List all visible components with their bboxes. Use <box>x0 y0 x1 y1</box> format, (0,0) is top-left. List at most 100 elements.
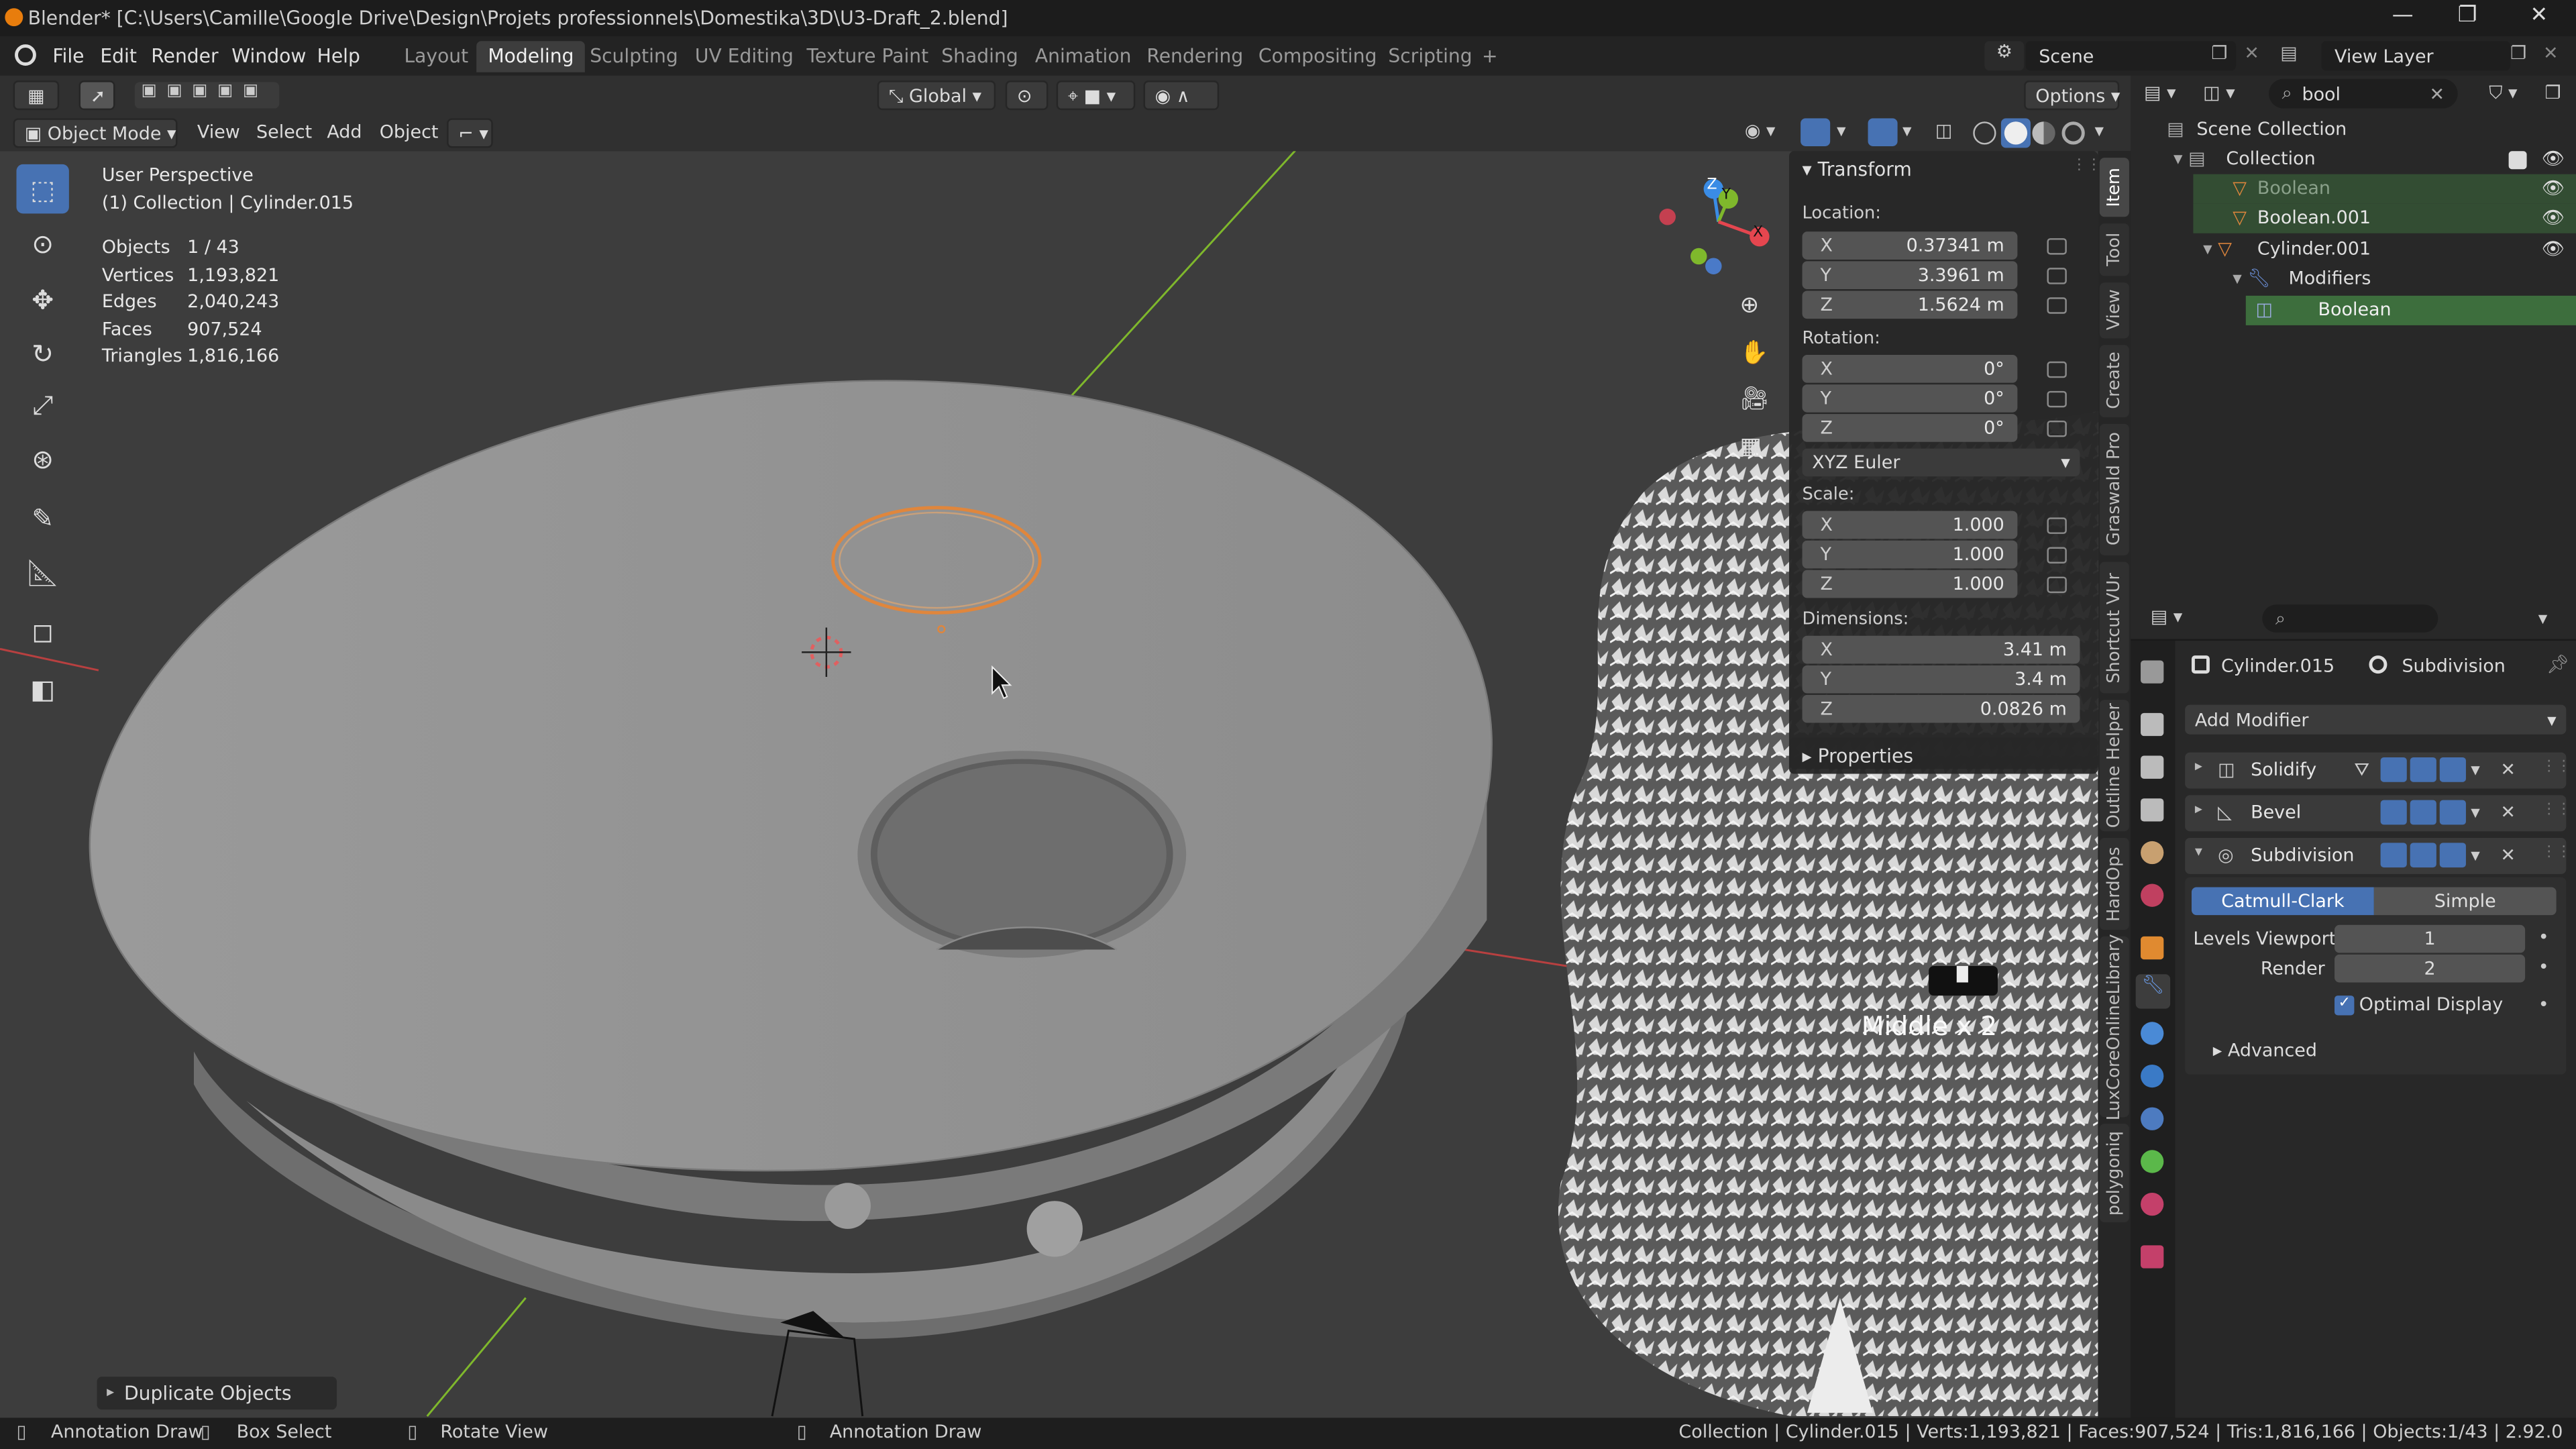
scale-x-field[interactable]: X 1.000 <box>1802 511 2018 539</box>
shading-material-icon[interactable] <box>2032 121 2055 145</box>
render-toggle-icon[interactable] <box>2439 843 2466 868</box>
tab-create[interactable]: Create <box>2099 345 2129 418</box>
modifier-solidify[interactable]: ▸ ◫ Solidify ⛛ ▾ ✕ ⋮⋮ <box>2185 752 2571 789</box>
tab-graswald-pro[interactable]: Graswald Pro <box>2099 423 2129 555</box>
select-tool-icon[interactable]: ➚ <box>78 80 115 111</box>
location-z-field[interactable]: Z 1.5624 m <box>1802 290 2018 319</box>
menu-edit[interactable]: Edit <box>100 44 137 67</box>
tab-texture-paint[interactable]: Texture Paint <box>795 41 940 72</box>
transform-orientation-dropdown[interactable]: ⤡ Global ▾ <box>877 80 996 111</box>
collapse-icon[interactable]: ▾ <box>2195 845 2202 861</box>
shading-dropdown-icon[interactable]: ▾ <box>2094 120 2104 142</box>
on-cage-icon[interactable]: ⛛ <box>2354 759 2369 782</box>
location-y-field[interactable]: Y 3.3961 m <box>1802 261 2018 290</box>
output-tab-icon[interactable] <box>2141 755 2164 779</box>
location-x-field[interactable]: X 0.37341 m <box>1802 231 2018 260</box>
menu-help[interactable]: Help <box>317 44 360 67</box>
outliner-collection[interactable]: ▾ ▤ Collection 👁︎ <box>2131 145 2576 174</box>
delete-scene-icon[interactable]: ✕ <box>2244 43 2259 64</box>
modifier-subdivision[interactable]: ▾ ◎ Subdivision ▾ ✕ ⋮⋮ <box>2185 837 2571 874</box>
last-operator-panel[interactable]: ▸ Duplicate Objects <box>97 1377 337 1410</box>
scene-selector[interactable]: Scene <box>2025 41 2237 71</box>
tab-rendering[interactable]: Rendering <box>1135 41 1254 72</box>
menu-select[interactable]: Select <box>256 121 312 143</box>
transform-header[interactable]: ▾ Transform <box>1803 158 1912 180</box>
maximize-icon[interactable]: ❐ <box>2458 3 2477 28</box>
add-cube-tool-icon[interactable]: ◻ <box>16 606 68 655</box>
cursor-tool-icon[interactable]: ⊙ <box>16 219 68 268</box>
remove-modifier-icon[interactable]: ✕ <box>2500 845 2516 866</box>
properties-search-field[interactable]: ⌕ <box>2262 604 2438 633</box>
shading-solid-icon[interactable] <box>2000 118 2031 148</box>
menu-add[interactable]: Add <box>327 121 362 143</box>
render-toggle-icon[interactable] <box>2439 800 2466 825</box>
rotate-tool-icon[interactable]: ↻ <box>16 329 68 378</box>
modifier-tab-icon[interactable]: 🔧︎ <box>2135 974 2171 1009</box>
eye-icon[interactable]: 👁︎ <box>2542 238 2565 260</box>
close-icon[interactable]: ✕ <box>2530 3 2548 28</box>
levels-viewport-field[interactable]: 1 <box>2334 924 2526 953</box>
keyframe-dot-icon[interactable]: • <box>2538 956 2549 977</box>
lock-icon[interactable] <box>2047 390 2067 408</box>
measure-tool-icon[interactable]: 📐︎ <box>16 547 68 596</box>
gizmo-toggle-icon[interactable] <box>1801 118 1831 146</box>
scene-selector-icon[interactable]: ⚙ <box>1984 41 2025 71</box>
minimize-icon[interactable]: — <box>2392 3 2414 28</box>
tab-tool[interactable]: Tool <box>2099 223 2129 276</box>
expand-icon[interactable]: ▸ <box>2195 759 2202 775</box>
eye-icon[interactable]: 👁︎ <box>2542 148 2565 169</box>
eye-icon[interactable]: 👁︎ <box>2542 207 2565 229</box>
constraints-tab-icon[interactable] <box>2141 1107 2164 1130</box>
tab-modeling[interactable]: Modeling <box>476 41 586 72</box>
camera-view-icon[interactable]: 🎥︎ <box>1739 386 1772 419</box>
view-layer-icon[interactable]: ▤ <box>2280 43 2297 64</box>
clear-search-icon[interactable]: ✕ <box>2430 83 2445 105</box>
properties-subpanel[interactable]: ▸ Properties <box>1788 737 2098 774</box>
lock-icon[interactable] <box>2047 297 2067 314</box>
world-tab-icon[interactable] <box>2141 883 2164 907</box>
zoom-icon[interactable]: ⊕ <box>1739 292 1772 325</box>
modifier-menu-icon[interactable]: ▾ <box>2471 845 2480 866</box>
scale-y-field[interactable]: Y 1.000 <box>1802 540 2018 569</box>
blender-menu-icon[interactable] <box>15 44 36 66</box>
scene-render[interactable] <box>0 151 2100 1417</box>
keyframe-dot-icon[interactable]: • <box>2538 926 2549 948</box>
display-mode-icon[interactable]: ◫ ▾ <box>2203 82 2235 103</box>
drag-handle-icon[interactable]: ⋮⋮ <box>2542 802 2571 818</box>
dimension-x-field[interactable]: X 3.41 m <box>1802 635 2080 664</box>
tab-outline-helper[interactable]: Outline Helper <box>2099 700 2129 832</box>
checkbox-icon[interactable] <box>2508 151 2527 170</box>
outliner-search-field[interactable]: ⌕ bool ✕ <box>2269 78 2458 109</box>
scene-tab-icon[interactable] <box>2141 841 2164 865</box>
tab-hardops[interactable]: HardOps <box>2099 837 2129 930</box>
edit-mode-toggle-icon[interactable] <box>2380 757 2407 782</box>
editor-type-icon[interactable]: ▦ <box>13 80 60 111</box>
expand-icon[interactable]: ▸ <box>2195 802 2202 818</box>
tab-compositing[interactable]: Compositing <box>1247 41 1389 72</box>
rotation-x-field[interactable]: X 0° <box>1802 354 2018 383</box>
delete-view-layer-icon[interactable]: ✕ <box>2543 43 2559 64</box>
lock-icon[interactable] <box>2047 361 2067 378</box>
select-box-tool-icon[interactable]: ⬚ <box>16 164 69 214</box>
new-view-layer-icon[interactable]: ❐ <box>2510 43 2526 64</box>
3d-viewport[interactable]: User Perspective (1) Collection | Cylind… <box>0 151 2100 1418</box>
lock-icon[interactable] <box>2047 576 2067 594</box>
view-layer-selector[interactable]: View Layer <box>2321 41 2511 71</box>
tab-sculpting[interactable]: Sculpting <box>578 41 690 72</box>
drag-handle-icon[interactable]: ⋮⋮ <box>2542 759 2571 775</box>
tab-item[interactable]: Item <box>2099 158 2129 217</box>
move-tool-icon[interactable]: ✥ <box>16 274 68 323</box>
menu-object[interactable]: Object <box>380 121 439 143</box>
render-toggle-icon[interactable] <box>2439 757 2466 782</box>
edit-mode-toggle-icon[interactable] <box>2380 843 2407 868</box>
scale-tool-icon[interactable]: ⤢ <box>16 381 68 430</box>
outliner-boolean-001[interactable]: ▽ Boolean.001 👁︎ <box>2193 203 2576 233</box>
physics-tab-icon[interactable] <box>2141 1064 2164 1088</box>
modifier-bevel[interactable]: ▸ ◺ Bevel ▾ ✕ ⋮⋮ <box>2185 795 2571 832</box>
keyframe-dot-icon[interactable]: • <box>2538 994 2549 1016</box>
particles-tab-icon[interactable] <box>2141 1022 2164 1045</box>
outliner-scene-collection[interactable]: ▤ Scene Collection <box>2131 115 2576 144</box>
xray-icon[interactable]: ◫ <box>1935 120 1952 142</box>
extra-tool-icon[interactable]: ◧ <box>16 663 68 712</box>
new-collection-icon[interactable]: ❐ <box>2545 82 2561 103</box>
